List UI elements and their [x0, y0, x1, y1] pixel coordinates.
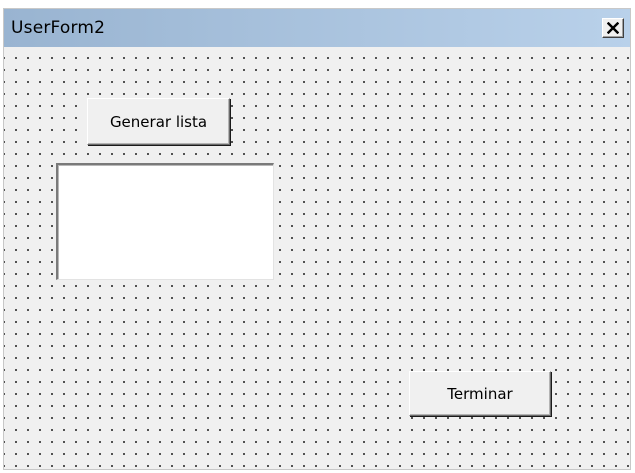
title-bar[interactable]: UserForm2	[4, 9, 630, 47]
listbox[interactable]	[56, 163, 274, 280]
form-design-grid: Generar lista Terminar	[4, 47, 630, 469]
window-title: UserForm2	[11, 18, 106, 38]
close-x-icon	[607, 22, 619, 34]
finish-button[interactable]: Terminar	[409, 371, 551, 416]
close-button[interactable]	[602, 18, 624, 38]
generate-list-button[interactable]: Generar lista	[87, 98, 230, 145]
userform-window: UserForm2 Generar lista Terminar	[3, 8, 631, 470]
